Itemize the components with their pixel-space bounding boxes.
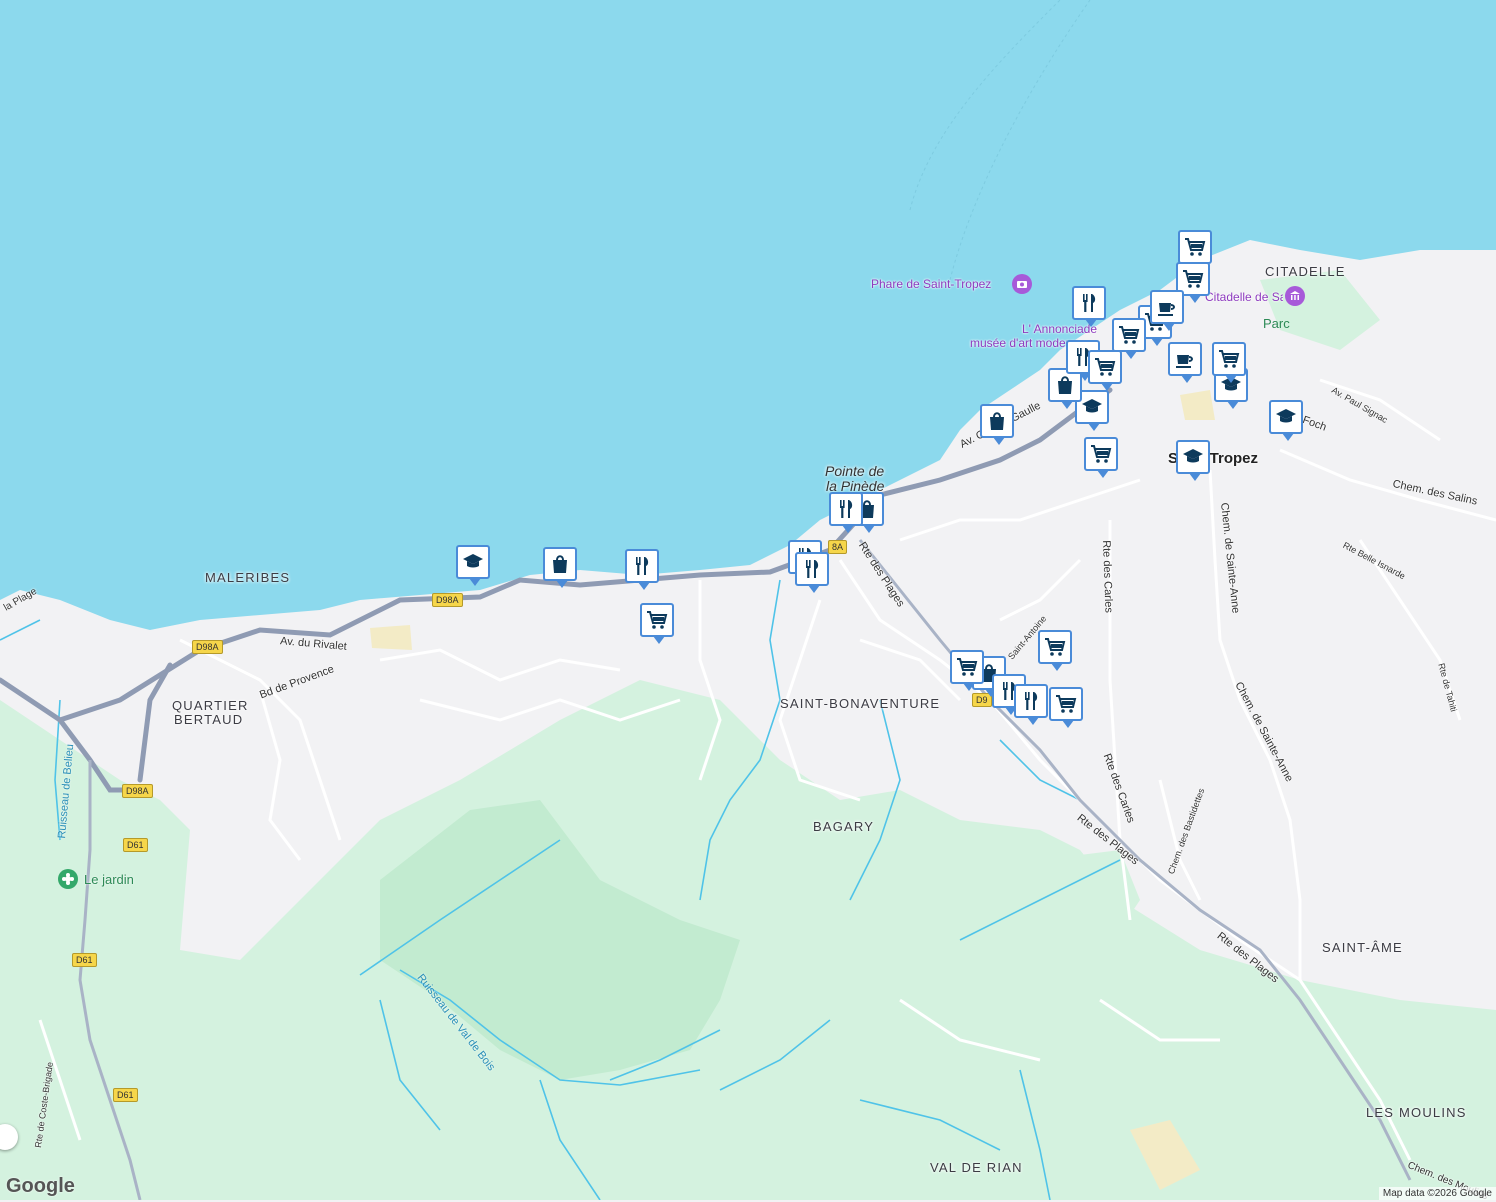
grocery-cart-icon[interactable] xyxy=(640,603,674,644)
cafe-cup-icon[interactable] xyxy=(1150,290,1184,331)
restaurant-icon[interactable] xyxy=(829,492,863,533)
road-shield-d61: D61 xyxy=(123,838,148,852)
road-shield-d98a: D98A xyxy=(432,593,463,607)
grocery-cart-icon[interactable] xyxy=(1049,687,1083,728)
school-marker-icon[interactable] xyxy=(1176,440,1210,481)
restaurant-icon[interactable] xyxy=(1014,684,1048,725)
road-shield-d98a: D98A xyxy=(192,640,223,654)
map-attribution[interactable]: Map data ©2026 Google xyxy=(1378,1187,1496,1200)
school-marker-icon[interactable] xyxy=(1269,400,1303,441)
google-logo[interactable]: Google xyxy=(6,1175,75,1198)
shopping-bag-icon[interactable] xyxy=(980,404,1014,445)
grocery-cart-icon[interactable] xyxy=(950,650,984,691)
road-shield-d98a: D98A xyxy=(122,784,153,798)
grocery-cart-icon[interactable] xyxy=(1178,230,1212,271)
garden-icon[interactable] xyxy=(58,869,78,889)
grocery-cart-icon[interactable] xyxy=(1038,630,1072,671)
road-shield-d61: D61 xyxy=(72,953,97,967)
road-shield-d61: D61 xyxy=(113,1088,138,1102)
cafe-cup-icon[interactable] xyxy=(1168,342,1202,383)
grocery-cart-icon[interactable] xyxy=(1112,318,1146,359)
map-canvas[interactable] xyxy=(0,0,1496,1200)
grocery-cart-icon[interactable] xyxy=(1088,350,1122,391)
restaurant-icon[interactable] xyxy=(795,552,829,593)
shopping-bag-icon[interactable] xyxy=(543,547,577,588)
beach-area-2 xyxy=(1180,390,1215,420)
restaurant-icon[interactable] xyxy=(1072,286,1106,327)
grocery-cart-icon[interactable] xyxy=(1212,342,1246,383)
restaurant-icon[interactable] xyxy=(625,549,659,590)
museum-icon[interactable] xyxy=(1285,286,1305,306)
road-shield-d98a: 8A xyxy=(828,540,848,554)
school-marker-icon[interactable] xyxy=(456,545,490,586)
grocery-cart-icon[interactable] xyxy=(1084,437,1118,478)
beach-area xyxy=(370,625,412,650)
camera-icon[interactable] xyxy=(1012,274,1032,294)
